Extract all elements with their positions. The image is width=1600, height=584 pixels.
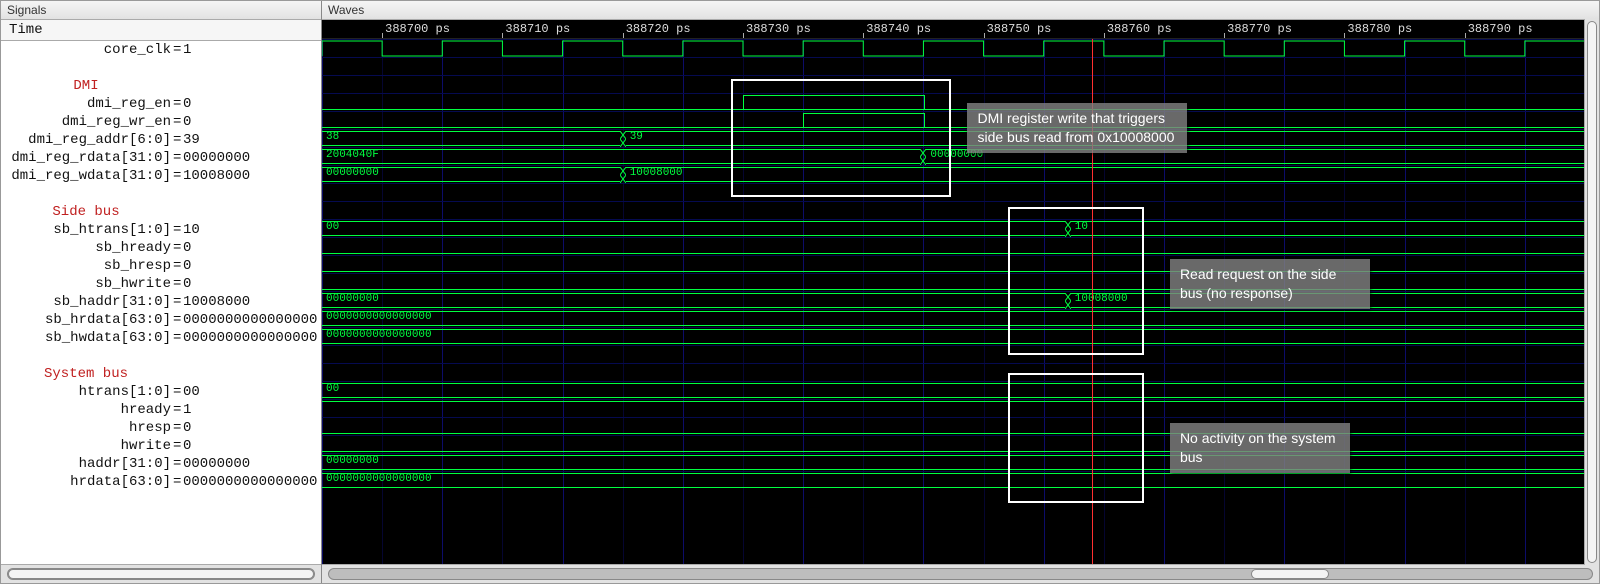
annotation-text: No activity on the system bus (1170, 423, 1350, 473)
signal-row[interactable]: hready=1 (1, 401, 321, 419)
annotation-text: Read request on the side bus (no respons… (1170, 259, 1370, 309)
signal-row[interactable]: dmi_reg_addr[6:0]=39 (1, 131, 321, 149)
group-dmi: DMI (1, 77, 173, 95)
signal-row[interactable]: sb_hrdata[63:0]=0000000000000000 (1, 311, 321, 329)
signals-panel: Signals Time core_clk = 1 DMI dmi_reg_en… (1, 1, 322, 583)
time-ruler[interactable]: 388700 ps388710 ps388720 ps388730 ps3887… (322, 20, 1599, 39)
wave-area[interactable]: 3839 2004040F00000000 0000000010008000 0… (322, 39, 1599, 564)
annotation-text: DMI register write that triggers side bu… (967, 103, 1187, 153)
signal-row[interactable]: sb_htrans[1:0]=10 (1, 221, 321, 239)
signal-row-core-clk[interactable]: core_clk = 1 (1, 41, 321, 59)
signals-hscroll[interactable] (1, 564, 321, 583)
time-label: Time (1, 20, 321, 41)
signal-row[interactable]: htrans[1:0]=00 (1, 383, 321, 401)
signals-panel-title: Signals (1, 1, 321, 20)
waves-panel: Waves 388700 ps388710 ps388720 ps388730 … (322, 1, 1599, 583)
signal-row[interactable]: sb_haddr[31:0]=10008000 (1, 293, 321, 311)
signal-value: 1 (181, 41, 321, 59)
signal-row[interactable]: sb_hwrite=0 (1, 275, 321, 293)
signal-row[interactable]: hresp=0 (1, 419, 321, 437)
signal-name: core_clk (1, 41, 173, 59)
waves-vscroll[interactable] (1584, 19, 1599, 565)
signal-row[interactable]: dmi_reg_rdata[31:0]=00000000 (1, 149, 321, 167)
signal-row[interactable]: dmi_reg_en=0 (1, 95, 321, 113)
waves-panel-title: Waves (322, 1, 1599, 20)
signal-row[interactable]: sb_hresp=0 (1, 257, 321, 275)
signal-row[interactable]: hrdata[63:0]=0000000000000000 (1, 473, 321, 491)
group-sidebus: Side bus (1, 203, 173, 221)
app-root: Signals Time core_clk = 1 DMI dmi_reg_en… (0, 0, 1600, 584)
signal-row[interactable]: dmi_reg_wdata[31:0]=10008000 (1, 167, 321, 185)
signal-row[interactable]: haddr[31:0]=00000000 (1, 455, 321, 473)
signal-row[interactable]: dmi_reg_wr_en=0 (1, 113, 321, 131)
signal-row[interactable]: sb_hwdata[63:0]=0000000000000000 (1, 329, 321, 347)
group-sysbus: System bus (1, 365, 173, 383)
signal-row[interactable]: hwrite=0 (1, 437, 321, 455)
signal-list[interactable]: core_clk = 1 DMI dmi_reg_en=0 dmi_reg_wr… (1, 41, 321, 564)
signal-row[interactable]: sb_hready=0 (1, 239, 321, 257)
waves-hscroll[interactable] (322, 564, 1599, 583)
